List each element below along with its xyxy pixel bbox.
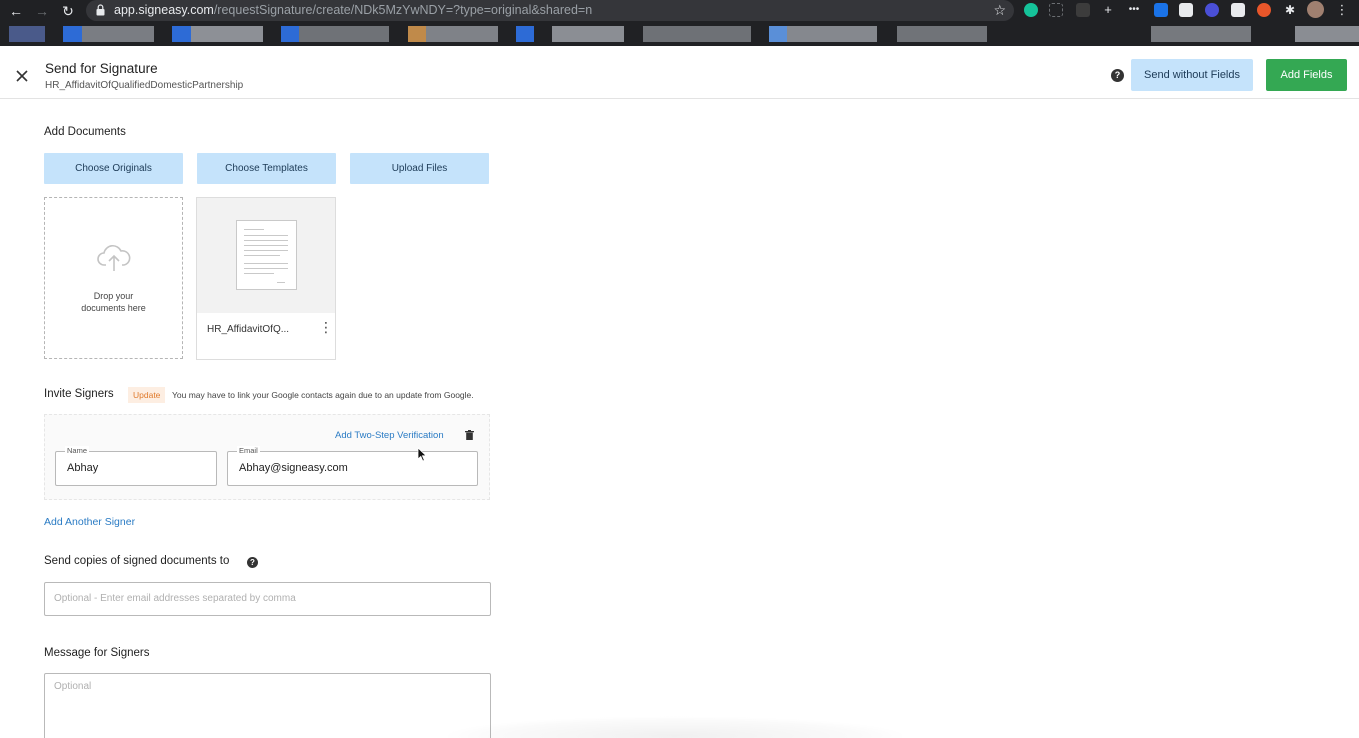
document-thumbnail-area (197, 198, 335, 313)
email-label: Email (237, 446, 260, 455)
message-placeholder: Optional (54, 681, 92, 692)
notion-extension-icon[interactable] (1231, 3, 1245, 17)
upload-files-button[interactable]: Upload Files (350, 153, 489, 184)
forward-arrow-icon[interactable]: → (33, 2, 51, 20)
bookmark-item[interactable] (9, 26, 45, 42)
bookmark-item[interactable] (191, 26, 263, 42)
bookmark-item[interactable] (299, 26, 389, 42)
trash-icon[interactable] (465, 430, 474, 440)
bookmark-item[interactable] (408, 26, 426, 42)
cloud-upload-icon (97, 245, 131, 271)
bookmark-item[interactable] (281, 26, 299, 42)
bookmark-item[interactable] (787, 26, 877, 42)
pen-extension-icon[interactable] (1076, 3, 1090, 17)
more-options-icon[interactable]: ⋮ (319, 319, 333, 335)
dots-extension-icon[interactable]: ••• (1127, 3, 1141, 17)
orange-extension-icon[interactable] (1257, 3, 1271, 17)
bookmark-item[interactable] (897, 26, 987, 42)
puzzle-extensions-icon[interactable]: ✱ (1283, 3, 1297, 17)
add-two-step-verification-link[interactable]: Add Two-Step Verification (335, 430, 444, 441)
bookmark-item[interactable] (63, 26, 82, 42)
document-thumbnail (236, 220, 297, 290)
choose-templates-button[interactable]: Choose Templates (197, 153, 336, 184)
add-fields-button[interactable]: Add Fields (1266, 59, 1347, 91)
url-text: app.signeasy.com/requestSignature/create… (114, 3, 593, 17)
update-notice: You may have to link your Google contact… (172, 390, 474, 400)
floating-panel-shadow (440, 716, 910, 738)
bookmark-item[interactable] (1295, 26, 1359, 42)
name-value: Abhay (67, 462, 99, 474)
add-documents-heading: Add Documents (44, 126, 126, 138)
send-without-fields-button[interactable]: Send without Fields (1131, 59, 1253, 91)
bookmark-item[interactable] (769, 26, 787, 42)
message-heading: Message for Signers (44, 647, 150, 659)
back-arrow-icon[interactable]: ← (7, 2, 25, 20)
cc-email-input[interactable]: Optional - Enter email addresses separat… (44, 582, 491, 616)
purple-extension-icon[interactable] (1205, 3, 1219, 17)
dropzone-text: Drop your documents here (81, 291, 146, 313)
screenshot-extension-icon[interactable] (1049, 3, 1063, 17)
address-bar[interactable]: app.signeasy.com/requestSignature/create… (86, 0, 1014, 21)
blue-extension-icon[interactable] (1154, 3, 1168, 17)
grammarly-extension-icon[interactable] (1024, 3, 1038, 17)
send-copies-heading: Send copies of signed documents to (44, 555, 230, 567)
help-icon[interactable]: ? (1111, 69, 1124, 82)
signer-name-field[interactable]: Name Abhay (55, 446, 217, 486)
qr-extension-icon[interactable] (1179, 3, 1193, 17)
bookmarks-bar (0, 26, 1359, 44)
bookmark-item[interactable] (172, 26, 191, 42)
bookmark-item[interactable] (82, 26, 154, 42)
profile-avatar[interactable] (1307, 1, 1324, 18)
name-label: Name (65, 446, 90, 455)
bookmark-item[interactable] (516, 26, 534, 42)
add-another-signer-link[interactable]: Add Another Signer (44, 516, 135, 528)
signer-email-field[interactable]: Email Abhay@signeasy.com (227, 446, 478, 486)
bookmark-item[interactable] (1151, 26, 1251, 42)
message-textarea[interactable]: Optional (44, 673, 491, 738)
document-card[interactable]: HR_AffidavitOfQ... ⋮ (196, 197, 336, 360)
update-badge: Update (128, 387, 166, 403)
bookmark-star-icon[interactable]: ☆ (993, 2, 1006, 19)
app-header: Send for Signature HR_AffidavitOfQualifi… (0, 50, 1359, 99)
reload-icon[interactable]: ↻ (59, 2, 77, 20)
page-title: Send for Signature (45, 61, 158, 76)
plus-extension-icon[interactable]: + (1101, 3, 1115, 17)
bookmark-item[interactable] (426, 26, 498, 42)
invite-signers-heading: Invite Signers (44, 388, 114, 400)
document-name: HR_AffidavitOfQ... (207, 324, 290, 335)
document-dropzone[interactable]: Drop your documents here (44, 197, 183, 359)
bookmark-item[interactable] (552, 26, 624, 42)
bookmark-item[interactable] (643, 26, 751, 42)
document-filename: HR_AffidavitOfQualifiedDomesticPartnersh… (45, 80, 244, 91)
email-value: Abhay@signeasy.com (239, 462, 348, 474)
cc-email-placeholder: Optional - Enter email addresses separat… (54, 593, 296, 604)
choose-originals-button[interactable]: Choose Originals (44, 153, 183, 184)
lock-icon (96, 4, 105, 16)
close-icon[interactable] (13, 67, 31, 85)
browser-menu-icon[interactable]: ⋮ (1335, 3, 1349, 17)
browser-toolbar: ← → ↻ app.signeasy.com/requestSignature/… (0, 0, 1359, 22)
browser-chrome: ← → ↻ app.signeasy.com/requestSignature/… (0, 0, 1359, 50)
help-icon[interactable]: ? (247, 557, 258, 568)
mouse-cursor-icon (417, 447, 427, 462)
